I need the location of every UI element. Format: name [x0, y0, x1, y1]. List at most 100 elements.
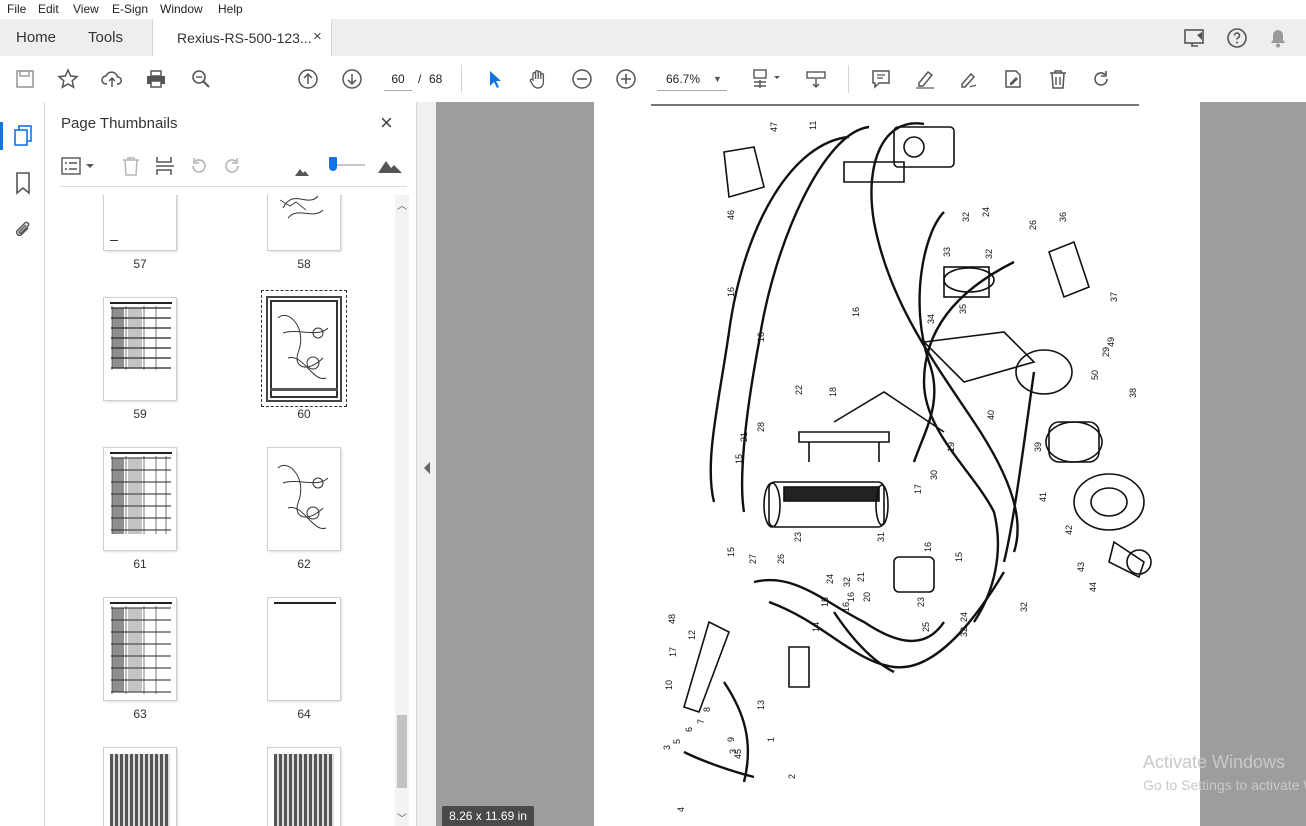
callout-number: 26 — [1028, 220, 1038, 230]
callout-number: 33 — [942, 247, 952, 257]
redo-rotate-icon[interactable] — [1088, 66, 1114, 92]
callout-number: 36 — [1058, 212, 1068, 222]
callout-number: 14 — [811, 622, 821, 632]
thumbnail-page[interactable] — [104, 195, 176, 250]
callout-number: 13 — [756, 700, 766, 710]
delete-page-icon[interactable] — [121, 155, 141, 182]
zoom-in-icon[interactable] — [613, 66, 639, 92]
callout-number: 29 — [1101, 347, 1111, 357]
slider-handle[interactable] — [329, 157, 337, 171]
callout-number: 32 — [1019, 602, 1029, 612]
close-panel-icon[interactable]: × — [380, 110, 393, 136]
thumbnail-options-icon[interactable] — [61, 157, 97, 180]
document-page[interactable]: 47 11 46 16 16 16 32 24 26 36 33 32 37 34 35 29 49 50 38 22… — [594, 102, 1200, 826]
scrollbar-thumb[interactable] — [397, 715, 407, 788]
callout-number: 16 — [923, 542, 933, 552]
tab-tools[interactable]: Tools — [88, 29, 123, 46]
menu-help[interactable]: Help — [218, 2, 243, 16]
thumbnail-page[interactable] — [104, 448, 176, 550]
tab-document[interactable]: Rexius-RS-500-123... × — [152, 19, 332, 56]
rotate-right-icon[interactable] — [221, 155, 243, 182]
close-tab-icon[interactable]: × — [313, 28, 322, 45]
menu-edit[interactable]: Edit — [38, 2, 59, 16]
scroll-down-icon[interactable]: ﹀ — [397, 810, 407, 825]
callout-number: 24 — [825, 574, 835, 584]
hand-tool-icon[interactable] — [525, 66, 551, 92]
bookmark-star-icon[interactable] — [55, 66, 81, 92]
callout-number: 23 — [793, 532, 803, 542]
page-thumbnails-icon[interactable] — [12, 124, 34, 153]
thumbnail-page[interactable] — [268, 748, 340, 826]
thumbnail-label: 64 — [297, 707, 311, 721]
total-pages: 68 — [429, 72, 443, 86]
callout-number: 47 — [769, 122, 779, 132]
draw-signature-icon[interactable] — [956, 66, 982, 92]
panel-title: Page Thumbnails — [61, 115, 178, 132]
callout-number: 22 — [794, 385, 804, 395]
thumbnail-page[interactable] — [104, 748, 176, 826]
menu-bar: File Edit View E-Sign Window Help — [0, 0, 1306, 19]
thumbnail-page-selected[interactable] — [268, 298, 340, 400]
menu-view[interactable]: View — [73, 2, 99, 16]
rotate-left-icon[interactable] — [188, 155, 210, 182]
panel-splitter[interactable] — [416, 102, 437, 826]
zoom-level-select[interactable]: 66.7% ▼ — [657, 68, 727, 91]
thumbnail-page[interactable] — [104, 298, 176, 400]
select-cursor-icon[interactable] — [481, 66, 507, 92]
next-page-icon[interactable] — [339, 66, 365, 92]
page-display-icon[interactable] — [749, 66, 783, 92]
comment-icon[interactable] — [868, 66, 894, 92]
thumbnail-page[interactable] — [268, 448, 340, 550]
callout-number: 39 — [1033, 442, 1043, 452]
callout-number: 32 — [961, 212, 971, 222]
callout-number: 12 — [687, 630, 697, 640]
highlight-pen-icon[interactable] — [912, 66, 938, 92]
small-mountain-icon — [295, 163, 309, 181]
callout-number: 17 — [668, 647, 678, 657]
thumbnail-page[interactable] — [104, 598, 176, 700]
collapse-arrow-icon[interactable] — [423, 461, 431, 479]
menu-window[interactable]: Window — [160, 2, 203, 16]
callout-number: 5 — [672, 739, 682, 744]
thumbnail-page[interactable] — [268, 195, 340, 250]
delete-trash-icon[interactable] — [1045, 66, 1071, 92]
share-screen-icon[interactable] — [1183, 27, 1207, 54]
upload-cloud-icon[interactable] — [99, 66, 125, 92]
callout-number: 19 — [946, 442, 956, 452]
menu-file[interactable]: File — [7, 2, 26, 16]
fill-sign-icon[interactable] — [1000, 66, 1026, 92]
attachments-paperclip-icon[interactable] — [12, 218, 34, 247]
callout-number: 25 — [921, 622, 931, 632]
help-icon[interactable] — [1225, 26, 1249, 55]
previous-page-icon[interactable] — [295, 66, 321, 92]
bookmarks-icon[interactable] — [13, 171, 33, 200]
menu-esign[interactable]: E-Sign — [112, 2, 148, 16]
callout-number: 4 — [676, 807, 686, 812]
callout-number: 38 — [1128, 388, 1138, 398]
callout-number: 6 — [684, 727, 694, 732]
callout-number: 11 — [808, 121, 818, 130]
thumbnail-label: 57 — [133, 257, 147, 271]
exploded-parts-diagram: 47 114616161632 24263633 323734352949503822… — [651, 104, 1152, 812]
callout-number: 26 — [776, 554, 786, 564]
save-icon[interactable] — [12, 66, 38, 92]
callout-number: 46 — [726, 210, 736, 220]
scroll-mode-icon[interactable] — [803, 66, 829, 92]
callout-number: 7 — [696, 719, 706, 724]
scroll-up-icon[interactable]: ︿ — [397, 197, 407, 212]
print-icon[interactable] — [143, 66, 169, 92]
page-number-input[interactable]: 60 — [384, 68, 412, 91]
thumbnail-scrollbar[interactable]: ︿ ﹀ — [395, 195, 409, 826]
insert-page-icon[interactable] — [154, 155, 176, 182]
callout-number: 15 — [954, 552, 964, 562]
thumbnail-page[interactable] — [268, 598, 340, 700]
zoom-out-icon[interactable] — [569, 66, 595, 92]
callout-number: 16 — [846, 592, 856, 602]
activation-watermark-title: Activate Windows — [1143, 752, 1286, 772]
callout-number: 2 — [787, 774, 797, 779]
tab-home[interactable]: Home — [16, 29, 56, 46]
zoom-search-icon[interactable] — [188, 66, 214, 92]
callout-number: 16 — [756, 332, 766, 342]
bell-icon[interactable] — [1267, 26, 1289, 55]
callout-number: 3 — [662, 745, 672, 750]
